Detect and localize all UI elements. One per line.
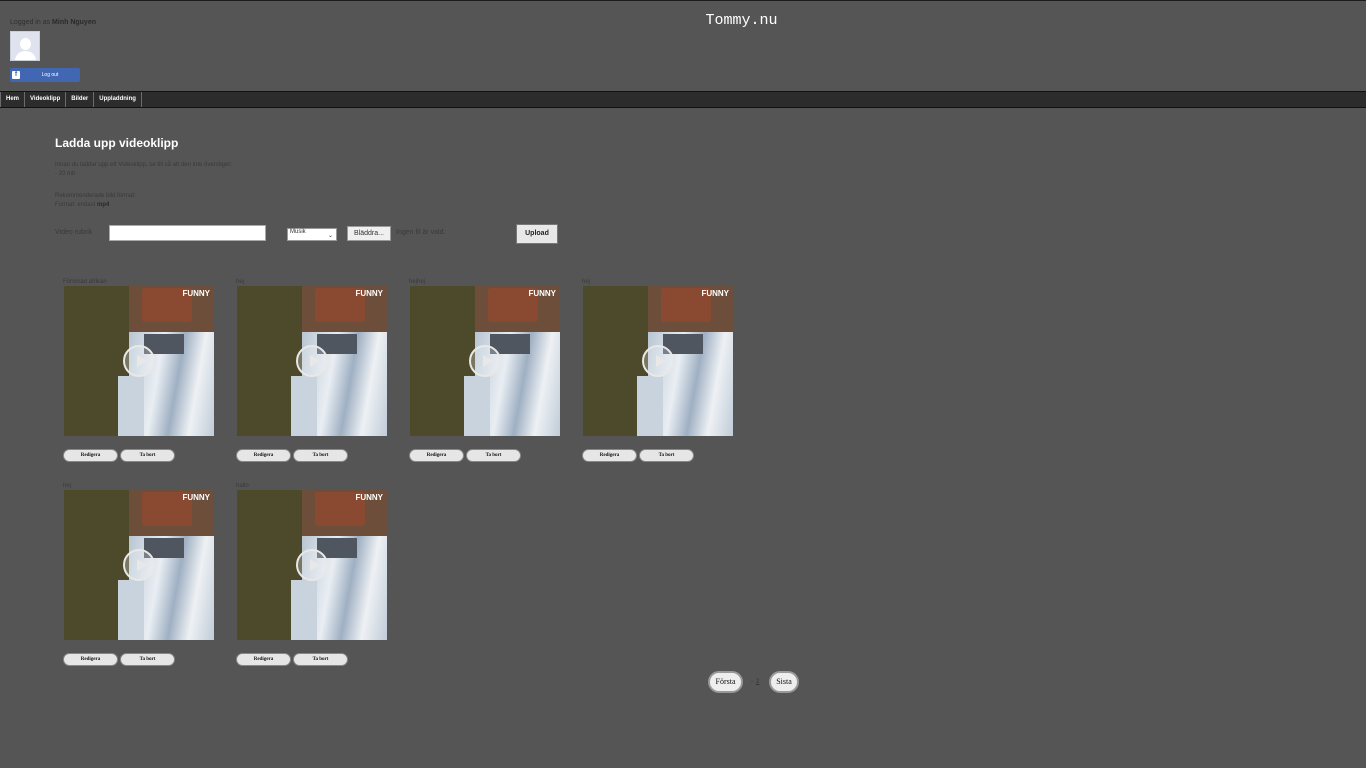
info-line-2: - 20 mb bbox=[55, 171, 76, 177]
video-logo: FUNNY bbox=[355, 289, 383, 298]
play-icon[interactable] bbox=[296, 549, 328, 581]
user-name: Minh Nguyen bbox=[52, 19, 96, 26]
video-logo: FUNNY bbox=[182, 289, 210, 298]
site-title: Tommy.nu bbox=[705, 12, 778, 29]
play-icon[interactable] bbox=[123, 549, 155, 581]
video-title: hej bbox=[63, 483, 72, 489]
logout-button[interactable]: f Log out bbox=[10, 68, 80, 82]
category-selected: Musik bbox=[290, 229, 306, 235]
format-value: mp4 bbox=[97, 202, 110, 208]
video-title: hallo bbox=[236, 483, 249, 489]
avatar-head-shape bbox=[20, 38, 31, 50]
avatar-body-shape bbox=[15, 51, 36, 60]
edit-button[interactable]: Redigera bbox=[582, 449, 637, 462]
video-title: hej bbox=[236, 279, 245, 285]
format-prefix: Format: endast bbox=[55, 202, 98, 208]
edit-button[interactable]: Redigera bbox=[63, 653, 118, 666]
delete-button[interactable]: Ta bort bbox=[466, 449, 521, 462]
pagination-current-page[interactable]: 2 bbox=[756, 679, 759, 685]
delete-button[interactable]: Ta bort bbox=[639, 449, 694, 462]
edit-button[interactable]: Redigera bbox=[236, 653, 291, 666]
video-logo: FUNNY bbox=[528, 289, 556, 298]
delete-button[interactable]: Ta bort bbox=[120, 449, 175, 462]
upload-info-size: Innan du laddar upp ett Videoklipp, se t… bbox=[55, 161, 232, 179]
facebook-icon: f bbox=[12, 71, 20, 79]
video-thumbnail[interactable]: FUNNY bbox=[237, 286, 387, 436]
play-icon[interactable] bbox=[642, 345, 674, 377]
upload-button[interactable]: Upload bbox=[516, 224, 558, 244]
info-line-3: Rekommenderade bild format: bbox=[55, 193, 136, 199]
page-title: Ladda upp videoklipp bbox=[55, 136, 179, 150]
nav-item-uppladdning[interactable]: Uppladdning bbox=[94, 92, 142, 107]
video-title: hejhej bbox=[409, 279, 426, 285]
video-thumbnail[interactable]: FUNNY bbox=[64, 286, 214, 436]
play-icon[interactable] bbox=[469, 345, 501, 377]
chevron-down-icon: ⌄ bbox=[327, 233, 333, 239]
nav-item-hem[interactable]: Hem bbox=[0, 92, 26, 107]
video-thumbnail[interactable]: FUNNY bbox=[237, 490, 387, 640]
video-logo: FUNNY bbox=[182, 493, 210, 502]
info-line-1: Innan du laddar upp ett Videoklipp, se t… bbox=[55, 162, 233, 168]
main-navbar: Hem Videoklipp Bilder Uppladdning bbox=[0, 91, 1366, 108]
category-select[interactable]: Musik ⌄ bbox=[287, 228, 337, 241]
video-title: hej bbox=[582, 279, 591, 285]
video-thumbnail[interactable]: FUNNY bbox=[64, 490, 214, 640]
edit-button[interactable]: Redigera bbox=[63, 449, 118, 462]
browse-button[interactable]: Bläddra... bbox=[347, 226, 391, 241]
play-icon[interactable] bbox=[123, 345, 155, 377]
video-logo: FUNNY bbox=[701, 289, 729, 298]
login-status: Logged in as Minh Nguyen bbox=[10, 19, 96, 26]
login-prefix: Logged in as bbox=[10, 19, 53, 26]
delete-button[interactable]: Ta bort bbox=[293, 653, 348, 666]
video-thumbnail[interactable]: FUNNY bbox=[583, 286, 733, 436]
info-line-4: Format: endast mp4 bbox=[55, 201, 136, 210]
edit-button[interactable]: Redigera bbox=[236, 449, 291, 462]
logout-label: Log out bbox=[41, 72, 59, 78]
play-icon[interactable] bbox=[296, 345, 328, 377]
upload-info-format: Rekommenderade bild format: Format: enda… bbox=[55, 192, 136, 210]
top-border bbox=[0, 0, 1366, 1]
video-title-input[interactable] bbox=[109, 225, 266, 241]
no-file-label: Ingen fil är vald. bbox=[396, 229, 446, 236]
delete-button[interactable]: Ta bort bbox=[293, 449, 348, 462]
pagination-last-button[interactable]: Sista bbox=[769, 671, 799, 693]
avatar bbox=[10, 31, 40, 61]
video-thumbnail[interactable]: FUNNY bbox=[410, 286, 560, 436]
video-logo: FUNNY bbox=[355, 493, 383, 502]
pagination-first-button[interactable]: Första bbox=[708, 671, 743, 693]
upload-form: Video rubrik Musik ⌄ Bläddra... Ingen fi… bbox=[55, 224, 655, 244]
video-title-label: Video rubrik bbox=[55, 229, 93, 236]
nav-item-bilder[interactable]: Bilder bbox=[66, 92, 95, 107]
edit-button[interactable]: Redigera bbox=[409, 449, 464, 462]
delete-button[interactable]: Ta bort bbox=[120, 653, 175, 666]
video-title: Förvirrad afrikan bbox=[63, 279, 107, 285]
pagination-separator: - bbox=[751, 679, 753, 685]
nav-item-videoklipp[interactable]: Videoklipp bbox=[25, 92, 67, 107]
